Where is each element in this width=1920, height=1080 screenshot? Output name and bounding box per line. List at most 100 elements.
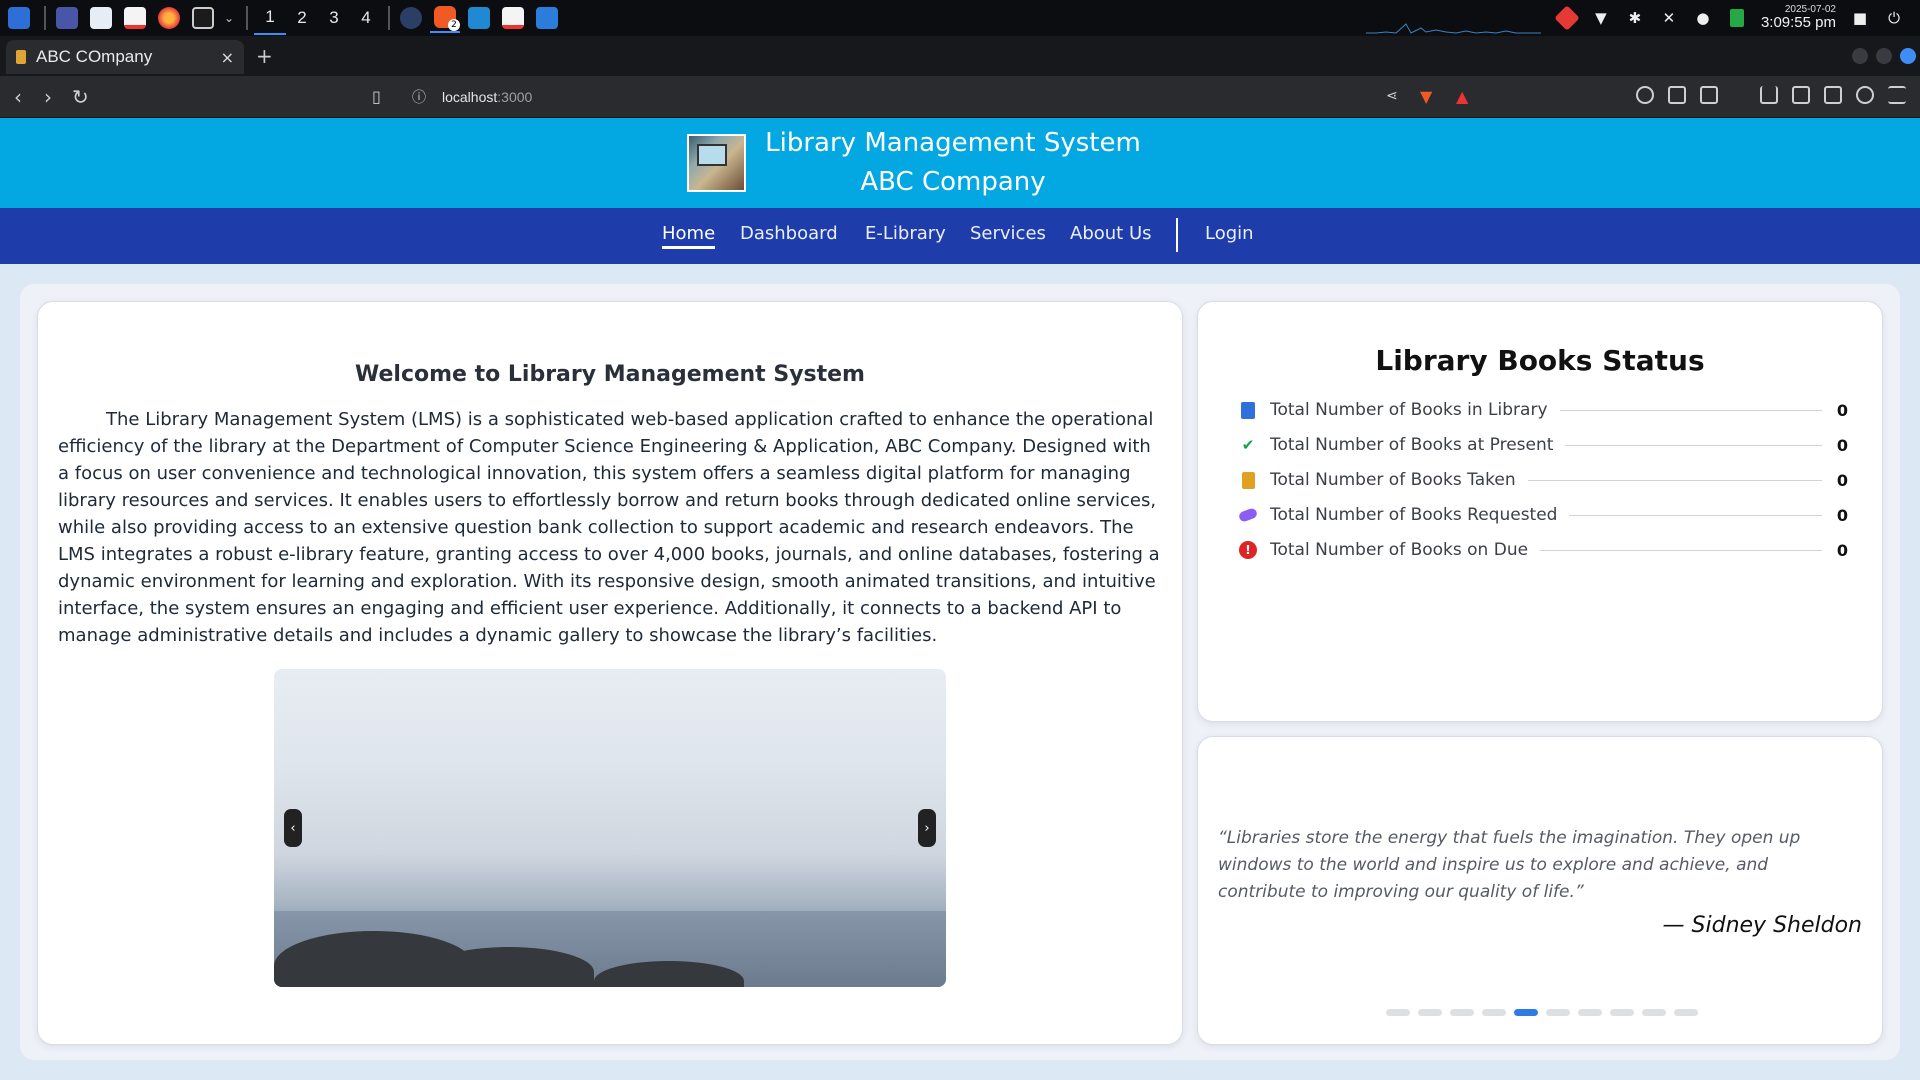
nav-about-us[interactable]: About Us [1070, 223, 1152, 244]
terminal-icon[interactable] [188, 3, 218, 33]
os-taskbar: ⌄ 1 2 3 4 2 ▼ ✱ ✕ ● 2025-07-02 3:09:55 p… [0, 0, 1920, 36]
slide-next-button[interactable]: › [918, 809, 936, 847]
menu-icon[interactable] [1888, 86, 1906, 104]
puzzle-icon[interactable] [1668, 86, 1686, 104]
chevron-down-icon[interactable]: ⌄ [222, 3, 236, 33]
pdf-icon[interactable] [120, 3, 150, 33]
git-icon[interactable] [1554, 5, 1580, 31]
stat-row-total: Total Number of Books in Library 0 [1238, 398, 1848, 422]
nav-home[interactable]: Home [662, 223, 716, 249]
url-port: :3000 [497, 89, 533, 105]
workspace-2[interactable]: 2 [286, 1, 318, 35]
stat-leader-line [1569, 514, 1822, 516]
download-icon[interactable] [1760, 86, 1778, 104]
file-manager-icon[interactable] [86, 3, 116, 33]
back-icon[interactable]: ‹ [14, 85, 22, 109]
brave-icon[interactable]: 2 [430, 3, 460, 33]
firefox-icon[interactable] [154, 3, 184, 33]
new-tab-button[interactable]: + [256, 44, 273, 68]
workspace-4[interactable]: 4 [350, 1, 382, 35]
bluetooth-icon[interactable]: ✱ [1625, 8, 1645, 28]
nav-services[interactable]: Services [970, 223, 1046, 244]
stat-row-present: ✔ Total Number of Books at Present 0 [1238, 433, 1848, 457]
site-title-line2: ABC Company [860, 167, 1046, 197]
quote-text: “Libraries store the energy that fuels t… [1218, 828, 1801, 902]
screenshot-icon[interactable] [1700, 86, 1718, 104]
forward-icon[interactable]: › [44, 85, 52, 109]
carousel-dot[interactable] [1514, 1009, 1538, 1016]
brave-shields-icon[interactable]: ▼ [1420, 87, 1432, 106]
carousel-dot[interactable] [1642, 1009, 1666, 1016]
stat-leader-line [1540, 549, 1822, 551]
close-tab-icon[interactable]: × [221, 48, 234, 67]
desktop-icon[interactable] [52, 3, 82, 33]
welcome-description: The Library Management System (LMS) is a… [58, 409, 1160, 646]
carousel-dot[interactable] [1418, 1009, 1442, 1016]
site-info-icon[interactable]: ⓘ [412, 87, 426, 107]
address-field[interactable]: ⓘ localhost:3000 [412, 87, 532, 107]
taskbar-separator [388, 6, 390, 30]
carousel-dot[interactable] [1578, 1009, 1602, 1016]
lock-icon[interactable]: ■ [1850, 8, 1870, 28]
url-text: localhost:3000 [442, 89, 532, 105]
extension-icon[interactable] [1636, 86, 1654, 104]
wifi-icon[interactable]: ▼ [1591, 8, 1611, 28]
welcome-title: Welcome to Library Management System [355, 362, 865, 387]
browser-tab[interactable]: ABC COmpany × [6, 40, 244, 74]
site-title-line1: Library Management System [765, 128, 1141, 158]
vscode-icon[interactable] [464, 3, 494, 33]
library-logo [687, 134, 746, 192]
site-title: Library Management System ABC Company [760, 124, 1146, 202]
stat-leader-line [1527, 479, 1822, 481]
minimize-icon[interactable] [1852, 48, 1868, 64]
nav-login[interactable]: Login [1205, 223, 1254, 244]
bookmark-icon[interactable]: ▯ [372, 87, 381, 106]
main-navbar: Home Dashboard E-Library Services About … [0, 208, 1920, 264]
nav-e-library[interactable]: E-Library [865, 223, 946, 244]
brave-badge: 2 [448, 19, 460, 31]
stat-label: Total Number of Books Requested [1270, 505, 1558, 525]
handshake-icon [1237, 505, 1259, 525]
carousel-dots [1386, 1009, 1698, 1016]
info-icon[interactable] [396, 3, 426, 33]
mute-icon[interactable]: ✕ [1659, 8, 1679, 28]
workspace-1[interactable]: 1 [254, 1, 286, 35]
nav-divider [1176, 218, 1178, 252]
battery-icon[interactable] [1727, 8, 1747, 28]
clock[interactable]: 2025-07-02 3:09:55 pm [1761, 4, 1836, 32]
maximize-icon[interactable] [1876, 48, 1892, 64]
carousel-dot[interactable] [1482, 1009, 1506, 1016]
workspace-3[interactable]: 3 [318, 1, 350, 35]
stat-leader-line [1565, 444, 1822, 446]
power-icon[interactable]: ⏻ [1884, 8, 1904, 28]
share-icon[interactable]: ⋖ [1386, 88, 1398, 104]
check-icon: ✔ [1241, 436, 1255, 454]
stat-label: Total Number of Books at Present [1270, 435, 1554, 455]
carousel-dot[interactable] [1546, 1009, 1570, 1016]
stat-row-requested: Total Number of Books Requested 0 [1237, 503, 1848, 527]
stat-value: 0 [1836, 470, 1848, 490]
carousel-dot[interactable] [1450, 1009, 1474, 1016]
carousel-dot[interactable] [1674, 1009, 1698, 1016]
gallery-slideshow[interactable]: ‹ › [274, 669, 946, 987]
quote-carousel-card: “Libraries store the energy that fuels t… [1197, 736, 1883, 1045]
nav-dashboard[interactable]: Dashboard [740, 223, 838, 244]
sidebar-icon[interactable] [1792, 86, 1810, 104]
carousel-dot[interactable] [1610, 1009, 1634, 1016]
slide-prev-button[interactable]: ‹ [284, 809, 302, 847]
system-tray: ▼ ✱ ✕ ● 2025-07-02 3:09:55 pm ■ ⏻ [1554, 0, 1920, 36]
leo-ai-icon[interactable] [1856, 86, 1874, 104]
app-launcher-icon[interactable] [4, 3, 34, 33]
clock-time: 3:09:55 pm [1760, 14, 1836, 32]
reload-icon[interactable]: ↻ [72, 85, 89, 109]
pdf-icon[interactable] [498, 3, 528, 33]
downloads-icon[interactable] [532, 3, 562, 33]
carousel-dot[interactable] [1386, 1009, 1410, 1016]
bell-icon[interactable]: ● [1693, 8, 1713, 28]
wallet-icon[interactable] [1824, 86, 1842, 104]
close-window-icon[interactable] [1900, 48, 1916, 64]
web-page: Library Management System ABC Company Ho… [0, 118, 1920, 1080]
stat-row-due: ! Total Number of Books on Due 0 [1238, 538, 1848, 562]
brave-rewards-icon[interactable]: ▲ [1456, 87, 1468, 106]
url-host: localhost [442, 89, 498, 105]
